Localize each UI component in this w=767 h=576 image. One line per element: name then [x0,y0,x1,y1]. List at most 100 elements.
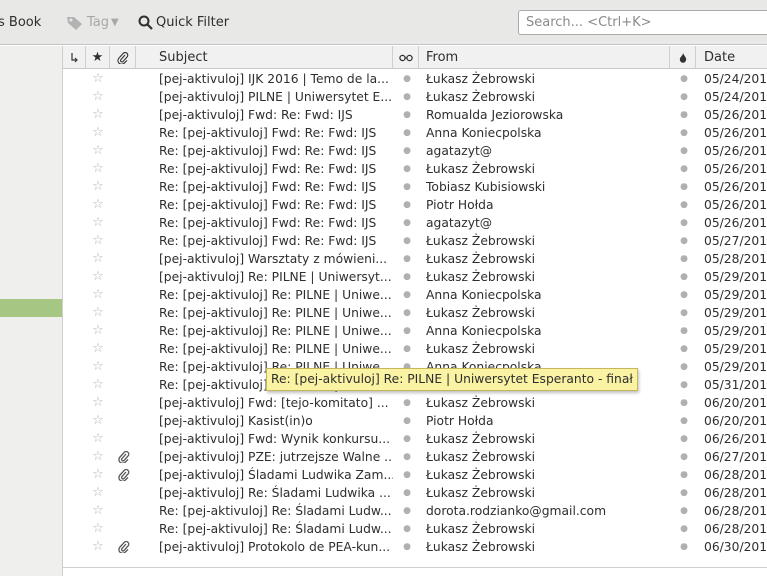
message-row[interactable]: ☆ Re: [pej-aktivuloj] Re: PILNE | Uniwe..… [63,322,767,340]
read-status-icon[interactable]: ● [402,340,412,358]
junk-status-icon[interactable]: ● [679,538,689,556]
read-status-icon[interactable]: ● [402,520,412,538]
star-icon[interactable]: ☆ [86,394,110,412]
search-input[interactable]: Search... <Ctrl+K> [518,10,767,35]
junk-status-icon[interactable]: ● [679,304,689,322]
message-row[interactable]: ☆ Re: [pej-aktivuloj] Fwd: Re: Fwd: IJS ● Ł… [63,160,767,178]
junk-status-icon[interactable]: ● [679,106,689,124]
attachment-column-header[interactable] [110,46,136,69]
message-row[interactable]: ☆ [pej-aktivuloj] PZE: jutrzejsze Walne .… [63,448,767,466]
star-icon[interactable]: ☆ [86,484,110,502]
junk-status-icon[interactable]: ● [679,214,689,232]
read-status-icon[interactable]: ● [402,160,412,178]
junk-status-icon[interactable]: ● [679,466,689,484]
star-icon[interactable]: ☆ [86,124,110,142]
star-icon[interactable]: ☆ [86,322,110,340]
star-icon[interactable]: ☆ [86,268,110,286]
junk-status-icon[interactable]: ● [679,502,689,520]
star-icon[interactable]: ☆ [86,412,110,430]
subject-column-header[interactable]: Subject [136,46,393,69]
junk-status-icon[interactable]: ● [679,376,689,394]
junk-status-icon[interactable]: ● [679,142,689,160]
junk-status-icon[interactable]: ● [679,430,689,448]
star-icon[interactable]: ☆ [86,430,110,448]
star-icon[interactable]: ☆ [86,304,110,322]
read-status-icon[interactable]: ● [402,88,412,106]
junk-status-icon[interactable]: ● [679,322,689,340]
star-column-header[interactable]: ★ [86,46,110,69]
message-row[interactable]: ☆ [pej-aktivuloj] IJK 2016 | Temo de la..… [63,70,767,88]
message-row[interactable]: ☆ [pej-aktivuloj] Fwd: Wynik konkursu... ●… [63,430,767,448]
read-status-icon[interactable]: ● [402,286,412,304]
read-status-icon[interactable]: ● [402,394,412,412]
message-row[interactable]: ☆ Re: [pej-aktivuloj] Re: PILNE | Uniwe..… [63,304,767,322]
read-status-icon[interactable]: ● [402,250,412,268]
star-icon[interactable]: ☆ [86,538,110,556]
star-icon[interactable]: ☆ [86,448,110,466]
read-status-icon[interactable]: ● [402,430,412,448]
star-icon[interactable]: ☆ [86,502,110,520]
junk-status-icon[interactable]: ● [679,448,689,466]
star-icon[interactable]: ☆ [86,466,110,484]
message-row[interactable]: ☆ Re: [pej-aktivuloj] Re: PILNE | Uniwe..… [63,340,767,358]
read-status-icon[interactable]: ● [402,502,412,520]
junk-status-icon[interactable]: ● [679,178,689,196]
read-status-icon[interactable]: ● [402,268,412,286]
star-icon[interactable]: ☆ [86,340,110,358]
message-row[interactable]: ☆ [pej-aktivuloj] Protokolo de PEA-kun...… [63,538,767,556]
star-icon[interactable]: ☆ [86,88,110,106]
read-status-icon[interactable]: ● [402,466,412,484]
message-row[interactable]: ☆ [pej-aktivuloj] Kasist(in)o ● Piotr Hołda… [63,412,767,430]
junk-status-icon[interactable]: ● [679,232,689,250]
junk-status-icon[interactable]: ● [679,484,689,502]
star-icon[interactable]: ☆ [86,70,110,88]
read-status-icon[interactable]: ● [402,484,412,502]
junk-status-icon[interactable]: ● [679,340,689,358]
message-row[interactable]: ☆ Re: [pej-aktivuloj] Fwd: Re: Fwd: IJS ● a… [63,214,767,232]
star-icon[interactable]: ☆ [86,178,110,196]
read-status-icon[interactable]: ● [402,304,412,322]
read-status-icon[interactable]: ● [402,412,412,430]
message-row[interactable]: ☆ Re: [pej-aktivuloj] Fwd: Re: Fwd: IJS ● A… [63,124,767,142]
thread-column-header[interactable] [63,46,86,69]
junk-status-icon[interactable]: ● [679,358,689,376]
message-row[interactable]: ☆ Re: [pej-aktivuloj] Re: Śladami Ludw...… [63,520,767,538]
junk-status-icon[interactable]: ● [679,412,689,430]
message-row[interactable]: ☆ Re: [pej-aktivuloj] Re: PILNE | Uniwe..… [63,286,767,304]
star-icon[interactable]: ☆ [86,520,110,538]
junk-column-header[interactable] [670,46,696,69]
message-row[interactable]: ☆ [pej-aktivuloj] PILNE | Uniwersytet E..… [63,88,767,106]
read-status-icon[interactable]: ● [402,538,412,556]
read-status-icon[interactable]: ● [402,70,412,88]
tag-button[interactable]: Tag ▼ [66,0,119,45]
star-icon[interactable]: ☆ [86,196,110,214]
read-status-icon[interactable]: ● [402,178,412,196]
message-row[interactable]: ☆ Re: [pej-aktivuloj] Fwd: Re: Fwd: IJS ● Ł… [63,232,767,250]
message-row[interactable]: ☆ Re: [pej-aktivuloj] Re: Śladami Ludw...… [63,502,767,520]
star-icon[interactable]: ☆ [86,358,110,376]
read-status-icon[interactable]: ● [402,142,412,160]
star-icon[interactable]: ☆ [86,214,110,232]
message-row[interactable]: ☆ [pej-aktivuloj] Fwd: Re: Fwd: IJS ● Romua… [63,106,767,124]
message-row[interactable]: ☆ [pej-aktivuloj] Warsztaty z mówieni... ●… [63,250,767,268]
read-status-icon[interactable]: ● [402,322,412,340]
star-icon[interactable]: ☆ [86,232,110,250]
star-icon[interactable]: ☆ [86,106,110,124]
read-status-icon[interactable]: ● [402,106,412,124]
address-book-button[interactable]: s Book [0,0,41,45]
junk-status-icon[interactable]: ● [679,250,689,268]
from-column-header[interactable]: From [419,46,670,69]
date-column-header[interactable]: Date [696,46,767,69]
read-column-header[interactable] [393,46,419,69]
message-row[interactable]: ☆ [pej-aktivuloj] Re: Śladami Ludwika ...… [63,484,767,502]
junk-status-icon[interactable]: ● [679,268,689,286]
message-row[interactable]: ☆ Re: [pej-aktivuloj] Fwd: Re: Fwd: IJS ● T… [63,178,767,196]
message-row[interactable]: ☆ [pej-aktivuloj] Re: PILNE | Uniwersyt..… [63,268,767,286]
message-row[interactable]: ☆ Re: [pej-aktivuloj] Fwd: Re: Fwd: IJS ● P… [63,196,767,214]
junk-status-icon[interactable]: ● [679,286,689,304]
junk-status-icon[interactable]: ● [679,88,689,106]
message-row[interactable]: ☆ Re: [pej-aktivuloj] Fwd: Re: Fwd: IJS ● a… [63,142,767,160]
read-status-icon[interactable]: ● [402,232,412,250]
junk-status-icon[interactable]: ● [679,196,689,214]
message-row[interactable]: ☆ [pej-aktivuloj] Fwd: [tejo-komitato] ..… [63,394,767,412]
